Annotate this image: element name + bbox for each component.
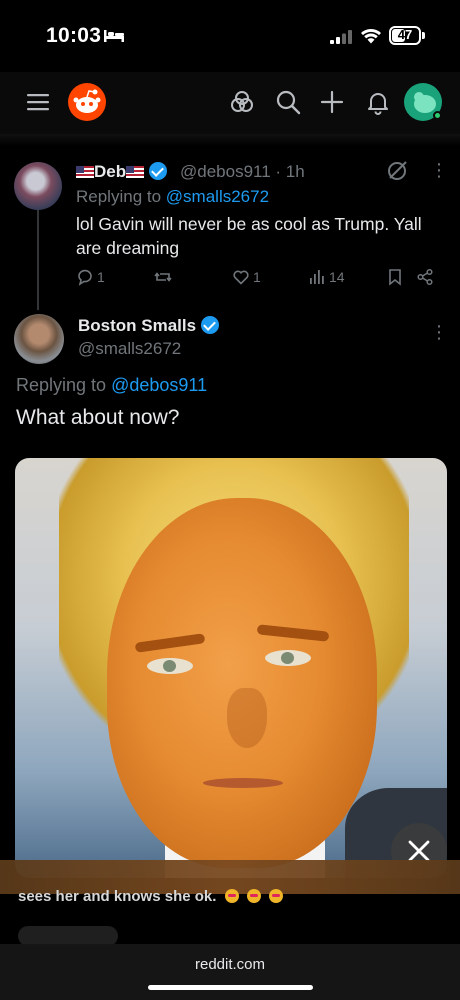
heart-icon bbox=[233, 270, 249, 285]
heart-eyes-emoji-icon bbox=[224, 889, 239, 903]
verified-badge-icon bbox=[200, 316, 219, 334]
share-icon bbox=[417, 268, 433, 286]
tweet-photo[interactable] bbox=[15, 458, 447, 878]
heart-eyes-emoji-icon bbox=[246, 889, 261, 903]
user-avatar[interactable] bbox=[404, 83, 442, 121]
reply-button[interactable]: 1 bbox=[76, 268, 105, 286]
home-indicator[interactable] bbox=[148, 985, 313, 990]
battery-percent: 47 bbox=[397, 27, 413, 42]
online-indicator bbox=[433, 111, 442, 120]
thread-line bbox=[37, 210, 39, 310]
menu-icon[interactable] bbox=[24, 88, 52, 116]
vote-pill[interactable] bbox=[18, 926, 118, 946]
more-options-icon[interactable]: ⋮ bbox=[430, 160, 448, 181]
wifi-icon bbox=[361, 29, 381, 44]
cellular-signal-icon bbox=[330, 30, 352, 44]
search-icon[interactable] bbox=[274, 88, 302, 116]
tweet1-text: lol Gavin will never be as cool as Trump… bbox=[76, 214, 422, 258]
more-options-icon[interactable]: ⋮ bbox=[430, 322, 448, 343]
avatar-deb[interactable] bbox=[14, 162, 62, 210]
create-plus-icon[interactable] bbox=[318, 88, 346, 116]
tweet1-actions: 1 1 14 bbox=[76, 268, 446, 292]
reply-icon bbox=[78, 269, 92, 286]
reddit-header bbox=[0, 72, 460, 134]
views-chart-icon bbox=[310, 270, 324, 284]
share-button[interactable] bbox=[416, 268, 437, 286]
tweet1-replying: Replying to @smalls2672 bbox=[76, 187, 270, 206]
tweet2-text: What about now? bbox=[16, 406, 180, 429]
tweet2-replying: Replying to @debos911 bbox=[16, 375, 208, 395]
verified-badge-icon bbox=[148, 162, 167, 180]
like-button[interactable]: 1 bbox=[232, 268, 261, 286]
bookmark-icon bbox=[389, 269, 401, 286]
us-flag-icon bbox=[76, 166, 94, 178]
mention-link[interactable]: @debos911 bbox=[111, 375, 207, 395]
tweet1-handle[interactable]: @debos911 · 1h bbox=[180, 162, 305, 182]
retweet-button[interactable] bbox=[154, 268, 175, 286]
retweet-icon bbox=[154, 272, 172, 282]
bookmark-button[interactable] bbox=[386, 268, 407, 286]
avatar-boston-smalls[interactable] bbox=[14, 314, 64, 364]
comment-snippet: sees her and knows she ok. bbox=[18, 888, 283, 905]
bell-icon[interactable] bbox=[364, 88, 392, 116]
status-bar: 10:03 47 bbox=[0, 0, 460, 72]
us-flag-icon bbox=[126, 166, 145, 178]
communities-hub-icon[interactable] bbox=[228, 88, 256, 116]
sleep-bed-icon bbox=[104, 30, 124, 42]
reddit-logo[interactable] bbox=[68, 83, 106, 121]
tweet2-author[interactable]: Boston Smalls bbox=[78, 316, 219, 336]
battery-indicator: 47 bbox=[389, 26, 421, 45]
url-text[interactable]: reddit.com bbox=[0, 956, 460, 973]
views-button[interactable]: 14 bbox=[308, 268, 345, 286]
grok-icon[interactable] bbox=[386, 160, 408, 182]
heart-eyes-emoji-icon bbox=[268, 889, 283, 903]
tweet1-author[interactable]: Deb bbox=[76, 162, 167, 182]
mention-link[interactable]: @smalls2672 bbox=[166, 187, 269, 206]
tweet2-handle[interactable]: @smalls2672 bbox=[78, 339, 181, 359]
status-time: 10:03 bbox=[46, 24, 102, 47]
